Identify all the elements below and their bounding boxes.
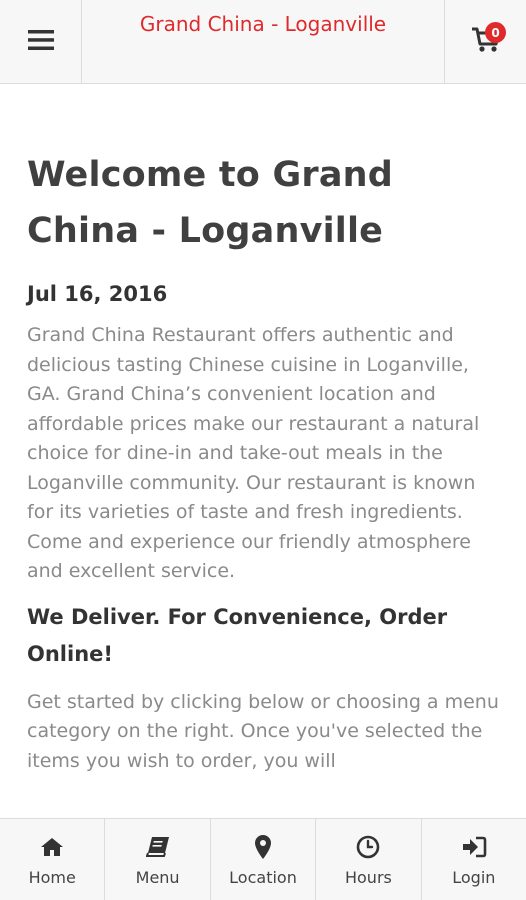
nav-home-label: Home bbox=[28, 867, 76, 887]
order-instructions-paragraph: Get started by clicking below or choosin… bbox=[27, 690, 499, 772]
app-page: Grand China - Loganville 0 Welcome to Gr… bbox=[0, 0, 526, 900]
restaurant-title: Grand China - Loganville bbox=[139, 12, 387, 36]
intro-paragraph: Grand China Restaurant offers authentic … bbox=[27, 324, 480, 582]
cart-count-badge: 0 bbox=[485, 22, 506, 43]
nav-login[interactable]: Login bbox=[422, 819, 526, 900]
page-title: Welcome to Grand China - Loganville bbox=[27, 155, 394, 251]
clock-icon bbox=[356, 834, 380, 860]
cart-button[interactable]: 0 bbox=[444, 0, 526, 84]
map-marker-icon bbox=[255, 834, 272, 860]
hamburger-icon bbox=[27, 30, 54, 54]
main-content[interactable]: Welcome to Grand China - Loganville Jul … bbox=[0, 84, 526, 818]
nav-home[interactable]: Home bbox=[0, 819, 106, 900]
home-icon bbox=[40, 834, 64, 860]
top-header: Grand China - Loganville 0 bbox=[0, 0, 526, 84]
nav-login-label: Login bbox=[452, 867, 496, 887]
nav-location-label: Location bbox=[229, 867, 297, 887]
nav-hours-label: Hours bbox=[344, 867, 392, 887]
sign-in-icon bbox=[461, 834, 487, 860]
nav-location[interactable]: Location bbox=[211, 819, 317, 900]
book-icon bbox=[145, 834, 170, 860]
nav-hours[interactable]: Hours bbox=[316, 819, 422, 900]
menu-toggle-button[interactable] bbox=[0, 0, 82, 84]
bottom-navigation: Home Menu Location Hours Login bbox=[0, 818, 526, 900]
nav-menu[interactable]: Menu bbox=[105, 819, 211, 900]
post-date: Jul 16, 2016 bbox=[27, 282, 168, 306]
delivery-heading: We Deliver. For Convenience, Order Onlin… bbox=[27, 604, 448, 666]
nav-menu-label: Menu bbox=[135, 867, 180, 887]
